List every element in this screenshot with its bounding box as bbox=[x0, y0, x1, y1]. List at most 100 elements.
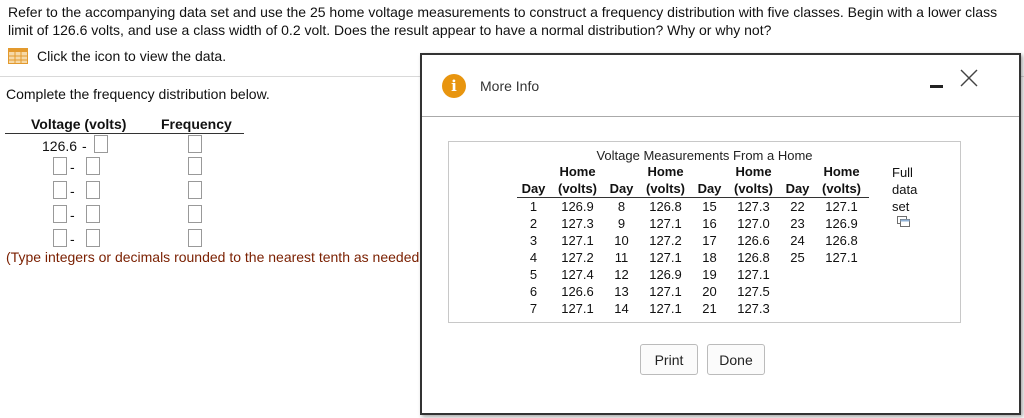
full-data-set-label[interactable]: Full data set bbox=[892, 164, 917, 215]
volts-cell: 127.1 bbox=[649, 216, 682, 231]
volts-cell: 127.3 bbox=[737, 199, 770, 214]
volts-cell: 127.1 bbox=[561, 233, 594, 248]
lower-limit-input-2[interactable] bbox=[53, 157, 67, 175]
first-lower-limit: 126.6 bbox=[42, 138, 78, 154]
day-cell: 10 bbox=[614, 233, 629, 248]
frequency-column-header: Frequency bbox=[161, 116, 232, 132]
table-row: 2 127.3 9 127.1 16 127.0 23 126.9 bbox=[517, 215, 869, 232]
header-volts: (volts) bbox=[726, 180, 781, 198]
frequency-input-5[interactable] bbox=[188, 229, 202, 247]
volts-cell: 126.6 bbox=[561, 284, 594, 299]
volts-cell: 127.4 bbox=[561, 267, 594, 282]
day-cell: 4 bbox=[529, 250, 538, 265]
volts-cell bbox=[814, 266, 869, 283]
day-cell: 13 bbox=[614, 284, 629, 299]
day-cell: 21 bbox=[702, 301, 717, 316]
data-panel: Voltage Measurements From a Home Home Ho… bbox=[448, 141, 961, 323]
volts-cell: 127.1 bbox=[825, 199, 858, 214]
day-cell: 16 bbox=[702, 216, 717, 231]
print-button[interactable]: Print bbox=[640, 344, 698, 375]
frequency-input-1[interactable] bbox=[188, 135, 202, 153]
class-dash: - bbox=[70, 231, 75, 247]
header-volts: (volts) bbox=[638, 180, 693, 198]
day-cell: 20 bbox=[702, 284, 717, 299]
upper-limit-input-5[interactable] bbox=[86, 229, 100, 247]
rounding-hint: (Type integers or decimals rounded to th… bbox=[6, 249, 428, 265]
volts-cell: 126.6 bbox=[737, 233, 770, 248]
table-row: 5 127.4 12 126.9 19 127.1 bbox=[517, 266, 869, 283]
volts-cell: 127.3 bbox=[561, 216, 594, 231]
volts-cell: 127.1 bbox=[649, 301, 682, 316]
full-set-text[interactable]: Full bbox=[892, 164, 917, 181]
full-set-text[interactable]: set bbox=[892, 198, 917, 215]
table-row: 3 127.1 10 127.2 17 126.6 24 126.8 bbox=[517, 232, 869, 249]
frequency-input-2[interactable] bbox=[188, 157, 202, 175]
instruction-text: Complete the frequency distribution belo… bbox=[6, 86, 270, 102]
table-row: 6 126.6 13 127.1 20 127.5 bbox=[517, 283, 869, 300]
header-volts: (volts) bbox=[814, 180, 869, 198]
day-cell: 1 bbox=[529, 199, 538, 214]
dialog-divider bbox=[422, 116, 1019, 117]
day-cell: 6 bbox=[529, 284, 538, 299]
day-cell: 14 bbox=[614, 301, 629, 316]
upper-limit-input-1[interactable] bbox=[94, 135, 108, 153]
volts-cell: 126.9 bbox=[649, 267, 682, 282]
upper-limit-input-4[interactable] bbox=[86, 205, 100, 223]
day-cell: 9 bbox=[617, 216, 626, 231]
volts-cell: 126.9 bbox=[825, 216, 858, 231]
dialog-title: More Info bbox=[480, 78, 540, 94]
header-home: Home bbox=[647, 164, 684, 179]
day-cell: 22 bbox=[790, 199, 805, 214]
upper-limit-input-3[interactable] bbox=[86, 181, 100, 199]
volts-cell: 127.1 bbox=[649, 284, 682, 299]
frequency-input-4[interactable] bbox=[188, 205, 202, 223]
info-icon: i bbox=[442, 74, 466, 98]
question-text: Refer to the accompanying data set and u… bbox=[8, 4, 998, 38]
view-data-label[interactable]: Click the icon to view the data. bbox=[37, 48, 226, 64]
lower-limit-input-4[interactable] bbox=[53, 205, 67, 223]
volts-cell: 127.1 bbox=[561, 301, 594, 316]
lower-limit-input-5[interactable] bbox=[53, 229, 67, 247]
volts-cell: 127.0 bbox=[737, 216, 770, 231]
volts-cell: 126.8 bbox=[737, 250, 770, 265]
day-cell: 23 bbox=[790, 216, 805, 231]
panel-title: Voltage Measurements From a Home bbox=[596, 148, 813, 163]
class-dash: - bbox=[70, 159, 75, 175]
table-row: 7 127.1 14 127.1 21 127.3 bbox=[517, 300, 869, 317]
header-home: Home bbox=[823, 164, 860, 179]
header-day: Day bbox=[693, 180, 726, 198]
day-cell: 25 bbox=[790, 250, 805, 265]
done-button[interactable]: Done bbox=[707, 344, 765, 375]
volts-cell: 127.1 bbox=[737, 267, 770, 282]
header-day: Day bbox=[517, 180, 550, 198]
class-dash: - bbox=[70, 207, 75, 223]
upper-limit-input-2[interactable] bbox=[86, 157, 100, 175]
close-icon[interactable] bbox=[958, 67, 980, 89]
copy-icon[interactable] bbox=[897, 216, 910, 227]
volts-cell bbox=[814, 300, 869, 317]
volts-cell bbox=[814, 283, 869, 300]
voltage-column-header: Voltage (volts) bbox=[31, 116, 127, 132]
lower-limit-input-3[interactable] bbox=[53, 181, 67, 199]
header-volts: (volts) bbox=[550, 180, 605, 198]
day-cell: 8 bbox=[617, 199, 626, 214]
volts-cell: 127.2 bbox=[561, 250, 594, 265]
class-dash: - bbox=[82, 138, 87, 154]
minimize-icon[interactable] bbox=[926, 73, 948, 93]
view-data-link[interactable]: Click the icon to view the data. bbox=[8, 48, 226, 64]
class-dash: - bbox=[70, 183, 75, 199]
full-set-text[interactable]: data bbox=[892, 181, 917, 198]
header-day: Day bbox=[781, 180, 814, 198]
header-home: Home bbox=[735, 164, 772, 179]
frequency-input-3[interactable] bbox=[188, 181, 202, 199]
volts-cell: 127.2 bbox=[649, 233, 682, 248]
more-info-dialog: i More Info Voltage Measurements From a … bbox=[420, 53, 1021, 415]
header-home: Home bbox=[559, 164, 596, 179]
table-icon[interactable] bbox=[8, 48, 28, 64]
day-cell: 19 bbox=[702, 267, 717, 282]
volts-cell: 126.8 bbox=[825, 233, 858, 248]
day-cell: 7 bbox=[529, 301, 538, 316]
table-row: 4 127.2 11 127.1 18 126.8 25 127.1 bbox=[517, 249, 869, 266]
volts-cell: 127.1 bbox=[825, 250, 858, 265]
table-row: 1 126.9 8 126.8 15 127.3 22 127.1 bbox=[517, 198, 869, 216]
